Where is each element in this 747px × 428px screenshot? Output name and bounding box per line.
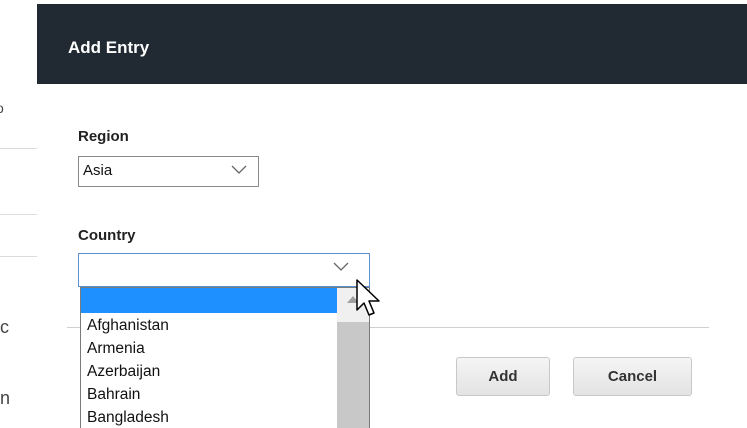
dropdown-option[interactable]: Bahrain bbox=[87, 384, 140, 405]
bg-text-fragment: n bbox=[0, 388, 11, 408]
dialog-title: Add Entry bbox=[68, 38, 150, 57]
cancel-button[interactable]: Cancel bbox=[573, 357, 692, 396]
add-button[interactable]: Add bbox=[456, 357, 550, 396]
dropdown-option[interactable]: Azerbaijan bbox=[87, 361, 160, 382]
region-select[interactable]: Asia bbox=[78, 156, 259, 187]
bg-text-fragment: o bbox=[0, 98, 4, 118]
bg-text-fragment: c bbox=[0, 317, 9, 337]
bg-divider bbox=[0, 256, 38, 257]
chevron-down-icon bbox=[333, 262, 349, 271]
mouse-cursor-icon bbox=[356, 279, 380, 316]
country-label: Country bbox=[78, 227, 136, 244]
dropdown-highlighted-option[interactable] bbox=[81, 288, 337, 313]
bg-divider bbox=[0, 148, 38, 149]
country-select[interactable] bbox=[78, 253, 370, 287]
country-dropdown-list[interactable]: Afghanistan Armenia Azerbaijan Bahrain B… bbox=[80, 287, 370, 428]
dropdown-option[interactable]: Armenia bbox=[87, 338, 145, 359]
region-label: Region bbox=[78, 128, 129, 145]
chevron-down-icon bbox=[231, 165, 247, 174]
dropdown-option[interactable]: Bangladesh bbox=[87, 407, 169, 428]
background-page: o c n bbox=[0, 0, 40, 428]
dialog-header: Add Entry bbox=[37, 4, 747, 84]
dropdown-option[interactable]: Afghanistan bbox=[87, 315, 169, 336]
scrollbar-thumb[interactable] bbox=[337, 322, 369, 428]
region-select-value: Asia bbox=[83, 162, 113, 179]
bg-divider bbox=[0, 214, 38, 215]
